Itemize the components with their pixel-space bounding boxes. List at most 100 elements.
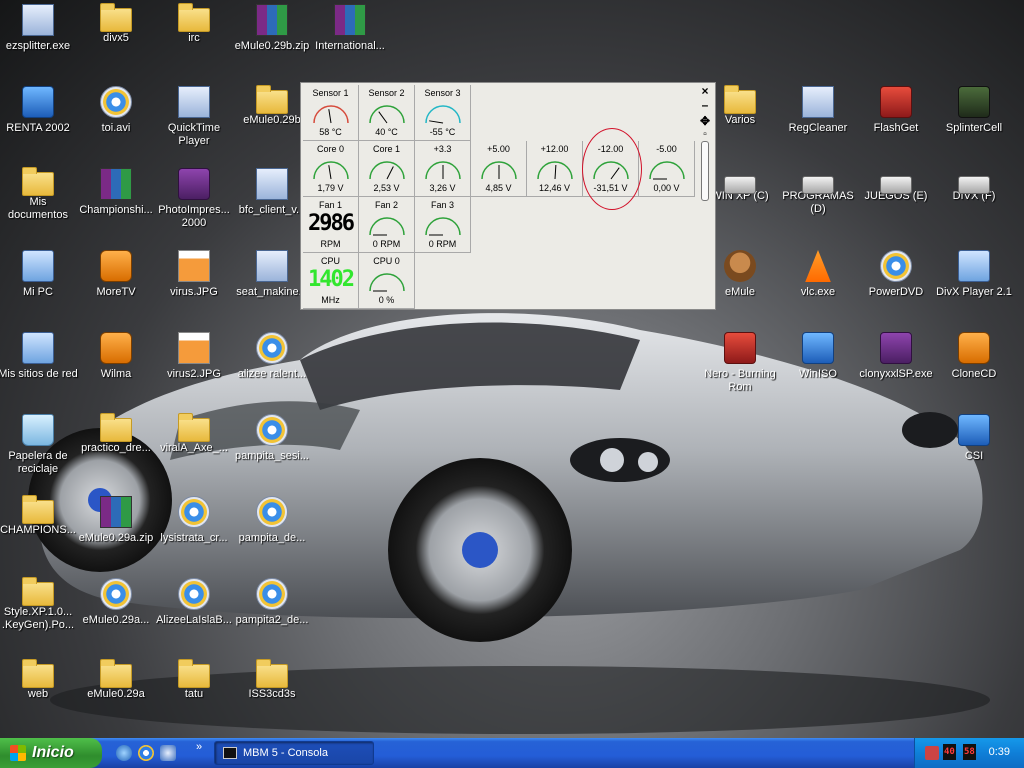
desktop-icon-virus-jpg[interactable]: virus.JPG <box>154 250 234 299</box>
desktop-icon-splintercell[interactable]: SplinterCell <box>934 86 1014 135</box>
desktop-icon-divx5[interactable]: divx5 <box>76 3 156 45</box>
sensor-cell: CPU 1402 MHz <box>303 253 359 309</box>
start-button[interactable]: Inicio <box>0 738 102 768</box>
sensor-value: 2,53 V <box>373 183 400 193</box>
gauge-icon <box>369 217 405 236</box>
desktop-icon-clonecd[interactable]: CloneCD <box>934 332 1014 381</box>
hard-drive-icon <box>724 176 756 194</box>
sensor-value: MHz <box>321 295 340 305</box>
hard-drive-icon <box>802 176 834 194</box>
desktop-icon-emule029a-setup[interactable]: eMule0.29a... <box>76 578 156 627</box>
sensor-cell: Sensor 2 40 °C <box>359 85 415 141</box>
desktop-icon-lysistrata[interactable]: lysistrata_cr... <box>154 496 234 545</box>
desktop-icon-winiso[interactable]: WinISO <box>778 332 858 381</box>
desktop-icon-powerdvd[interactable]: PowerDVD <box>856 250 936 299</box>
desktop-icon-quicktime[interactable]: QuickTime Player <box>154 86 234 148</box>
desktop-icon-alizee-ralent[interactable]: alizee ralent... <box>232 332 312 381</box>
desktop-icon-emule029a-zip[interactable]: eMule0.29a.zip <box>76 496 156 545</box>
close-icon[interactable]: × <box>699 85 711 97</box>
gauge-icon <box>481 161 517 180</box>
desktop-icon-photoimpression[interactable]: PhotoImpres... 2000 <box>154 168 234 230</box>
desktop-icon-moretv[interactable]: MoreTV <box>76 250 156 299</box>
desktop-icon-emule029b-zip[interactable]: eMule0.29b.zip <box>232 4 312 53</box>
sensor-title: Fan 3 <box>430 200 454 210</box>
splintercell-icon <box>958 86 990 118</box>
desktop-icon-drive-f[interactable]: DIVX (F) <box>934 168 1014 203</box>
desktop-icon-nero[interactable]: Nero - Burning Rom <box>700 332 780 394</box>
sensor-title: +5.00 <box>487 144 510 154</box>
move-icon[interactable]: ✥ <box>699 115 711 127</box>
desktop-icon-vlc[interactable]: vlc.exe <box>778 250 858 299</box>
desktop-icon-iss3cd3s[interactable]: ISS3cd3s <box>232 659 312 701</box>
gauge-needle <box>378 111 388 124</box>
desktop-icon-papelera[interactable]: Papelera de reciclaje <box>0 414 78 476</box>
my-documents-icon <box>22 167 54 196</box>
desktop-icon-champions[interactable]: CHAMPIONS... <box>0 495 78 537</box>
desktop-icon-mi-pc[interactable]: Mi PC <box>0 250 78 299</box>
gauge-needle <box>328 109 332 124</box>
taskbar-button-mbm5[interactable]: MBM 5 - Consola <box>214 741 374 765</box>
desktop-icon-virus2-jpg[interactable]: virus2.JPG <box>154 332 234 381</box>
folder-icon <box>22 659 54 688</box>
desktop-icon-alizee-la-isla[interactable]: AlizeeLaIslaB... <box>154 578 234 627</box>
divx-player-icon <box>958 250 990 282</box>
desktop-icon-drive-e[interactable]: JUEGOS (E) <box>856 168 936 203</box>
scrollbar[interactable] <box>701 141 709 201</box>
sensor-title: Sensor 2 <box>368 88 405 98</box>
desktop-icon-championship[interactable]: Championshi... <box>76 168 156 217</box>
desktop-icon-drive-d[interactable]: PROGRAMAS (D) <box>778 168 858 216</box>
folder-icon <box>178 659 210 688</box>
desktop-icon-practico-dre[interactable]: practico_dre... <box>76 413 156 455</box>
gauge-needle <box>554 164 557 180</box>
desktop-icon-divx-player[interactable]: DivX Player 2.1 <box>934 250 1014 299</box>
mbm-monitor-window[interactable]: Sensor 1 58 °C Sensor 2 40 °C Sensor 3 -55 °C… <box>300 82 716 310</box>
renta-app-icon <box>22 86 54 118</box>
sensor-value: 3,26 V <box>429 183 456 193</box>
desktop-icon-mis-documentos[interactable]: Mis documentos <box>0 167 78 222</box>
lcd-readout: 2986 <box>308 211 355 236</box>
gauge-arc <box>369 105 405 124</box>
internet-explorer-icon[interactable] <box>116 745 132 761</box>
desktop-icon-ezsplitter[interactable]: ezsplitter.exe <box>0 4 78 53</box>
sensor-cell: Sensor 3 -55 °C <box>415 85 471 141</box>
tray-app-icon[interactable] <box>925 746 939 760</box>
sensor-cell: Core 0 1,79 V <box>303 141 359 197</box>
desktop-icon-style-xp[interactable]: Style.XP.1.0... .KeyGen).Po... <box>0 577 78 632</box>
desktop-icon-wilma[interactable]: Wilma <box>76 332 156 381</box>
desktop-icon-emule029a-folder[interactable]: eMule0.29a <box>76 659 156 701</box>
quicklaunch-more-button[interactable]: » <box>196 741 202 753</box>
desktop-icon-irc[interactable]: irc <box>154 3 234 45</box>
quicktime-icon <box>178 86 210 118</box>
desktop-icon-international[interactable]: International... <box>310 4 390 53</box>
desktop-icon-flashget[interactable]: FlashGet <box>856 86 936 135</box>
desktop-icon-viral-axe[interactable]: viralA_Axe_... <box>154 413 234 455</box>
taskbar: Inicio » MBM 5 - Consola 40 58 0:39 <box>0 738 1024 768</box>
sensor-value: 0 RPM <box>372 239 401 249</box>
minimize-icon[interactable]: – <box>699 99 711 111</box>
media-file-icon <box>178 578 210 610</box>
show-desktop-icon[interactable] <box>160 745 176 761</box>
winrar-archive-icon <box>100 496 132 528</box>
tray-temp-readout-2[interactable]: 58 <box>963 744 976 760</box>
desktop-icon-clonyxxl[interactable]: clonyxxlSP.exe <box>856 332 936 381</box>
media-player-icon[interactable] <box>138 745 154 761</box>
gauge-icon <box>369 105 405 124</box>
desktop-icon-web[interactable]: web <box>0 659 78 701</box>
gauge-arc <box>369 161 405 180</box>
tray-temp-readout-1[interactable]: 40 <box>943 744 956 760</box>
desktop-icon-regcleaner[interactable]: RegCleaner <box>778 86 858 135</box>
gauge-arc <box>369 217 405 236</box>
sensor-cell: Fan 3 0 RPM <box>415 197 471 253</box>
desktop-icon-pampita2-de[interactable]: pampita2_de... <box>232 578 312 627</box>
desktop-icon-renta-2002[interactable]: RENTA 2002 <box>0 86 78 135</box>
desktop-icon-mis-sitios-de-red[interactable]: Mis sitios de red <box>0 332 78 381</box>
desktop-icon-csi[interactable]: CSI <box>934 414 1014 463</box>
desktop-icon-pampita-sesi[interactable]: pampita_sesi... <box>232 414 312 463</box>
pin-icon[interactable]: ▫ <box>699 129 711 141</box>
clock[interactable]: 0:39 <box>989 746 1010 758</box>
clonyxxl-icon <box>880 332 912 364</box>
desktop-icon-pampita-de[interactable]: pampita_de... <box>232 496 312 545</box>
desktop-icon-toi-avi[interactable]: toi.avi <box>76 86 156 135</box>
desktop-icon-tatu[interactable]: tatu <box>154 659 234 701</box>
folder-icon <box>178 413 210 442</box>
